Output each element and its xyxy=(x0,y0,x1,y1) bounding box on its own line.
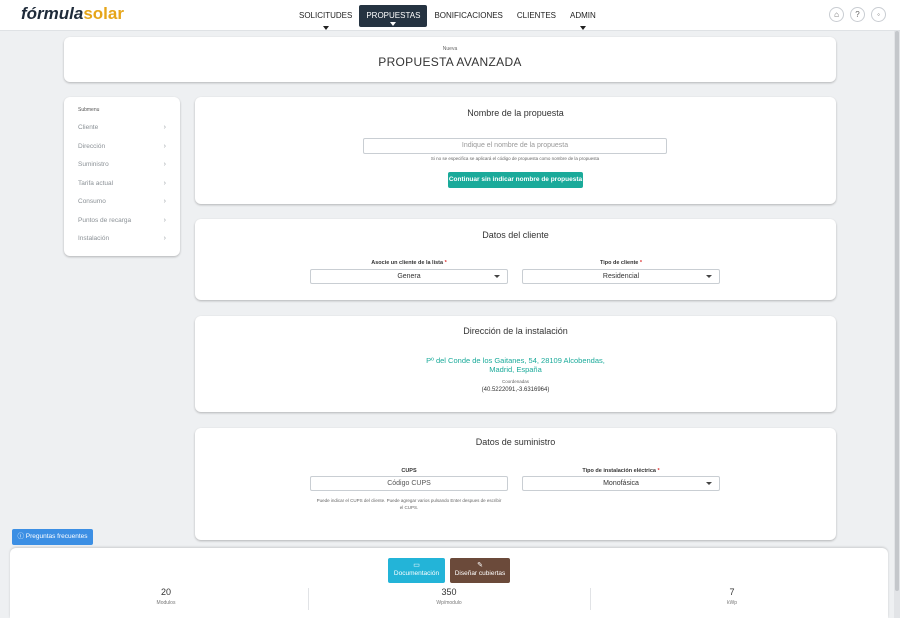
continue-without-name-button[interactable]: Continuar sin indicar nombre de propuest… xyxy=(448,172,583,188)
cups-input[interactable]: Código CUPS xyxy=(310,476,508,491)
caret-down-icon xyxy=(706,275,712,278)
divider xyxy=(590,588,591,610)
section-title: Datos de suministro xyxy=(475,437,556,447)
submenu-item-cliente[interactable]: Cliente › xyxy=(78,119,166,138)
page-scrollbar[interactable] xyxy=(894,31,900,618)
submenu-item-recarga[interactable]: Puntos de recarga › xyxy=(78,212,166,231)
installation-address-section: Dirección de la instalación Pº del Conde… xyxy=(195,316,836,412)
chevron-right-icon: › xyxy=(163,235,166,242)
brand-part2: solar xyxy=(83,4,124,23)
installation-type-label: Tipo de instalación eléctrica * xyxy=(582,468,660,474)
chevron-right-icon: › xyxy=(163,179,166,187)
top-navbar: fórmulasolar SOLICITUDES PROPUESTAS BONI… xyxy=(0,0,900,31)
page-title: PROPUESTA AVANZADA xyxy=(378,55,522,69)
cups-help: Puede indicar el CUPS del cliente. Puede… xyxy=(316,498,502,510)
folder-icon: ▭ xyxy=(413,562,420,569)
faq-button[interactable]: ⓘ Preguntas frecuentes xyxy=(12,529,93,545)
brand-logo[interactable]: fórmulasolar xyxy=(21,4,124,24)
main-nav: SOLICITUDES PROPUESTAS BONIFICACIONES CL… xyxy=(292,5,603,30)
client-type-select[interactable]: Residencial xyxy=(522,269,720,284)
installation-type-select[interactable]: Monofásica xyxy=(522,476,720,491)
section-title: Nombre de la propuesta xyxy=(467,108,564,118)
caret-down-icon xyxy=(494,275,500,278)
chevron-right-icon: › xyxy=(163,142,166,150)
help-icon[interactable]: ? xyxy=(850,7,865,22)
section-title: Datos del cliente xyxy=(482,230,549,240)
nav-bonificaciones[interactable]: BONIFICACIONES xyxy=(427,5,509,27)
submenu-panel: Submenu Cliente › Dirección › Suministro › … xyxy=(64,97,180,256)
submenu-item-direccion[interactable]: Dirección › xyxy=(78,138,166,157)
submenu-title: Submenu xyxy=(78,107,100,113)
proposal-name-section: Nombre de la propuesta Indique el nombre… xyxy=(195,97,836,204)
home-icon[interactable]: ⌂ xyxy=(829,7,844,22)
summary-panel: ▭ Documentación ✎ Diseñar cubiertas 20 M… xyxy=(10,548,888,618)
chevron-right-icon: › xyxy=(163,161,166,168)
chevron-down-icon xyxy=(579,26,586,30)
nav-admin[interactable]: ADMIN xyxy=(563,5,603,30)
documentation-button[interactable]: ▭ Documentación xyxy=(388,558,445,583)
client-data-section: Datos del cliente Asocie un cliente de l… xyxy=(195,219,836,300)
power-icon[interactable]: ◦ xyxy=(871,7,886,22)
nav-propuestas[interactable]: PROPUESTAS xyxy=(359,5,428,27)
scrollbar-thumb[interactable] xyxy=(895,31,899,591)
chevron-down-icon xyxy=(322,26,329,30)
submenu-item-suministro[interactable]: Suministro › xyxy=(78,156,166,175)
submenu-item-instalacion[interactable]: Instalación › xyxy=(78,230,166,249)
submenu-item-tarifa[interactable]: Tarifa actual › xyxy=(78,175,166,194)
stat-wp-per-module: 350 Wp/modulo xyxy=(436,587,462,606)
chevron-right-icon: › xyxy=(163,198,166,205)
chevron-right-icon: › xyxy=(163,124,166,131)
page-subtitle: Nueva xyxy=(442,46,458,52)
edit-icon: ✎ xyxy=(477,562,483,569)
coordinates-label: Coordenadas xyxy=(501,379,530,384)
proposal-name-help: Si no se especifica se aplicará el códig… xyxy=(430,156,600,161)
brand-part1: fórmula xyxy=(21,4,84,23)
nav-clientes[interactable]: CLIENTES xyxy=(510,5,563,27)
associate-client-select[interactable]: Genera xyxy=(310,269,508,284)
supply-data-section: Datos de suministro CUPS Código CUPS Pue… xyxy=(195,428,836,540)
stat-modules: 20 Modulos xyxy=(156,587,176,606)
cups-label: CUPS xyxy=(401,468,417,474)
top-icons: ⌂ ? ◦ xyxy=(829,7,886,22)
page-header-card: Nueva PROPUESTA AVANZADA xyxy=(64,37,836,82)
caret-down-icon xyxy=(706,482,712,485)
associate-client-label: Asocie un cliente de la lista * xyxy=(371,260,447,266)
question-circle-icon: ⓘ xyxy=(17,533,24,540)
nav-solicitudes[interactable]: SOLICITUDES xyxy=(292,5,359,30)
chevron-down-icon xyxy=(390,22,397,26)
stat-kwp: 7 kWp xyxy=(727,587,737,606)
submenu-item-consumo[interactable]: Consumo › xyxy=(78,193,166,212)
installation-address-link[interactable]: Pº del Conde de los Gaitanes, 54, 28109 … xyxy=(395,356,636,374)
section-title: Dirección de la instalación xyxy=(463,326,568,336)
coordinates-value: (40.5222091,-3.6316964) xyxy=(481,387,550,393)
client-type-label: Tipo de cliente * xyxy=(599,260,643,266)
proposal-name-input[interactable]: Indique el nombre de la propuesta xyxy=(363,138,667,154)
chevron-right-icon: › xyxy=(163,216,166,224)
design-roofs-button[interactable]: ✎ Diseñar cubiertas xyxy=(450,558,510,583)
